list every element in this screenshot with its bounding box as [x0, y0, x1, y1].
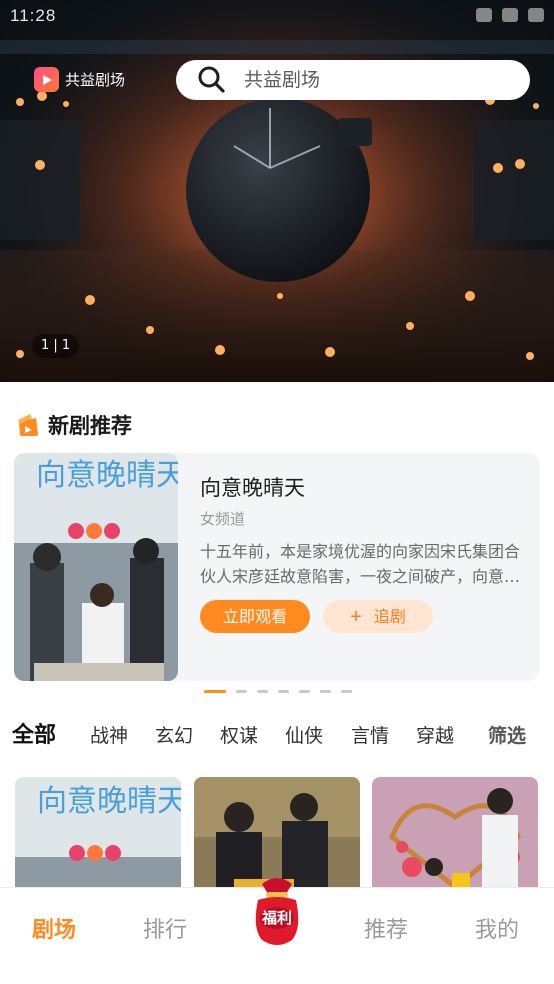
featured-channel: 女频道: [200, 510, 246, 528]
search-icon: [198, 66, 225, 93]
nav-mine[interactable]: 我的: [475, 912, 519, 944]
nav-ranking[interactable]: 排行: [143, 912, 187, 944]
banner-artwork: [0, 0, 554, 382]
tab-romance[interactable]: 言情: [351, 718, 389, 754]
brand-name: 共益剧场: [65, 71, 126, 89]
tab-strategy[interactable]: 权谋: [220, 718, 258, 754]
welfare-label: 福利: [261, 909, 292, 927]
drama-card[interactable]: [372, 777, 538, 892]
section-header-new-dramas: 新剧推荐: [16, 410, 132, 440]
carousel-dot[interactable]: [278, 690, 289, 693]
search-input[interactable]: [242, 68, 506, 92]
hero-banner[interactable]: 11:28 共益剧场 1 | 1: [0, 0, 554, 382]
status-time: 11:28: [10, 6, 57, 25]
featured-drama-card[interactable]: 向意晚晴天 向意晚晴天 女频道 十五年前，本是家境优渥的向家因宋氏集团合伙人宋彦…: [14, 453, 539, 681]
follow-drama-button[interactable]: + 追剧: [323, 600, 433, 633]
tab-fantasy[interactable]: 玄幻: [155, 718, 193, 754]
tab-war-god[interactable]: 战神: [90, 718, 128, 754]
filter-button[interactable]: 筛选: [488, 718, 526, 754]
featured-poster[interactable]: 向意晚晴天: [14, 453, 178, 681]
carousel-dot[interactable]: [299, 690, 310, 693]
nav-welfare[interactable]: 福利: [244, 870, 310, 952]
bottom-navigation: 剧场 排行 福利 推荐 我的: [0, 878, 554, 984]
carousel-indicator: [204, 690, 352, 693]
app-logo-icon: [34, 67, 59, 92]
carousel-dot[interactable]: [236, 690, 247, 693]
drama-poster: [372, 777, 538, 892]
carousel-dot[interactable]: [204, 690, 226, 693]
drama-card[interactable]: 向意晚晴天: [15, 777, 181, 892]
search-bar[interactable]: [176, 60, 530, 100]
section-title: 新剧推荐: [48, 414, 132, 438]
tab-all[interactable]: 全部: [12, 718, 56, 754]
poster-image: 向意晚晴天: [14, 453, 178, 681]
featured-title[interactable]: 向意晚晴天: [200, 472, 305, 502]
tab-time-travel[interactable]: 穿越: [416, 718, 454, 754]
signal-icon: [502, 8, 518, 22]
status-icons: [476, 8, 544, 22]
brand: 共益剧场: [34, 67, 125, 92]
battery-icon: [528, 8, 544, 22]
featured-description: 十五年前，本是家境优渥的向家因宋氏集团合伙人宋彦廷故意陷害，一夜之间破产，向意母…: [200, 542, 521, 586]
clapperboard-icon: [18, 414, 38, 436]
lucky-bag-icon: 福利: [255, 878, 299, 945]
follow-label: 追剧: [373, 609, 406, 626]
category-tabs: 全部 战神 玄幻 权谋 仙侠 言情 穿越 筛选: [0, 718, 554, 758]
banner-counter: 1 | 1: [32, 334, 80, 358]
carousel-dot[interactable]: [257, 690, 268, 693]
wifi-icon: [476, 8, 492, 22]
drama-poster: 向意晚晴天: [15, 777, 181, 892]
app-page: 11:28 共益剧场 1 | 1: [0, 0, 554, 984]
nav-theater[interactable]: 剧场: [32, 912, 76, 944]
watch-now-button[interactable]: 立即观看: [200, 600, 310, 633]
status-bar: 11:28: [0, 0, 554, 34]
tab-xianxia[interactable]: 仙侠: [285, 718, 323, 754]
nav-recommend[interactable]: 推荐: [364, 912, 408, 944]
carousel-dot[interactable]: [320, 690, 331, 693]
poster-title-text: 向意晚晴天: [37, 784, 181, 819]
plus-icon: +: [350, 606, 362, 628]
poster-title-text: 向意晚晴天: [36, 458, 178, 493]
carousel-dot[interactable]: [341, 690, 352, 693]
